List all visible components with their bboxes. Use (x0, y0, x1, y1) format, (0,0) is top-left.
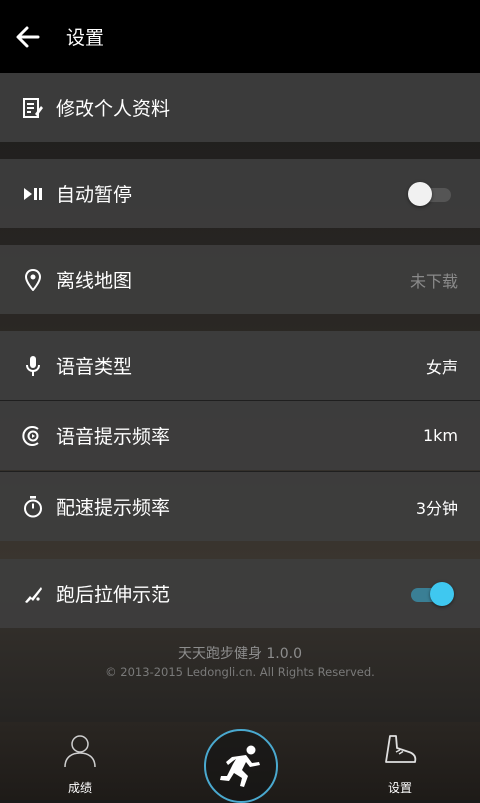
toggle-thumb (408, 181, 432, 206)
play-pause-icon (22, 183, 44, 205)
stretch-demo-toggle[interactable] (408, 581, 454, 606)
setting-label: 跑后拉伸示范 (56, 584, 171, 606)
auto-pause-toggle[interactable] (408, 181, 454, 206)
setting-voice-type[interactable]: 语音类型 女声 (0, 331, 480, 400)
setting-label: 语音提示频率 (56, 426, 171, 448)
setting-label: 配速提示频率 (56, 497, 171, 519)
tab-settings[interactable]: 设置 (340, 722, 460, 800)
start-run-button[interactable] (204, 729, 278, 803)
toggle-thumb (430, 581, 454, 606)
back-arrow-icon[interactable] (14, 23, 42, 51)
setting-value: 女声 (425, 357, 458, 377)
setting-label: 自动暂停 (56, 184, 133, 206)
runner-icon (220, 745, 260, 787)
microphone-icon (22, 355, 44, 377)
tab-results[interactable]: 成绩 (20, 722, 140, 800)
setting-auto-pause[interactable]: 自动暂停 (0, 159, 480, 228)
speaker-target-icon (22, 425, 44, 447)
app-bar: 设置 (0, 0, 480, 73)
setting-edit-profile[interactable]: 修改个人资料 (0, 73, 480, 142)
shoe-icon (385, 735, 417, 763)
tab-label: 成绩 (67, 781, 92, 795)
location-pin-icon (22, 268, 44, 291)
setting-label: 修改个人资料 (56, 98, 171, 120)
setting-stretch-demo[interactable]: 跑后拉伸示范 (0, 559, 480, 628)
person-icon (64, 735, 96, 768)
setting-label: 语音类型 (56, 356, 133, 378)
setting-value: 未下载 (409, 271, 458, 291)
stretch-leg-icon (22, 583, 44, 605)
tab-label: 设置 (387, 781, 412, 795)
setting-pace-frequency[interactable]: 配速提示频率 3分钟 (0, 472, 480, 541)
stopwatch-icon (22, 495, 44, 518)
setting-value: 3分钟 (415, 498, 458, 518)
copyright: © 2013-2015 Ledongli.cn. All Rights Rese… (105, 665, 375, 679)
page-title: 设置 (66, 27, 105, 49)
setting-label: 离线地图 (56, 270, 133, 292)
setting-offline-map[interactable]: 离线地图 未下载 (0, 245, 480, 314)
setting-value: 1km (422, 426, 458, 445)
app-version: 天天跑步健身 1.0.0 (177, 646, 303, 662)
setting-voice-frequency[interactable]: 语音提示频率 1km (0, 401, 480, 470)
edit-document-icon (22, 97, 44, 119)
